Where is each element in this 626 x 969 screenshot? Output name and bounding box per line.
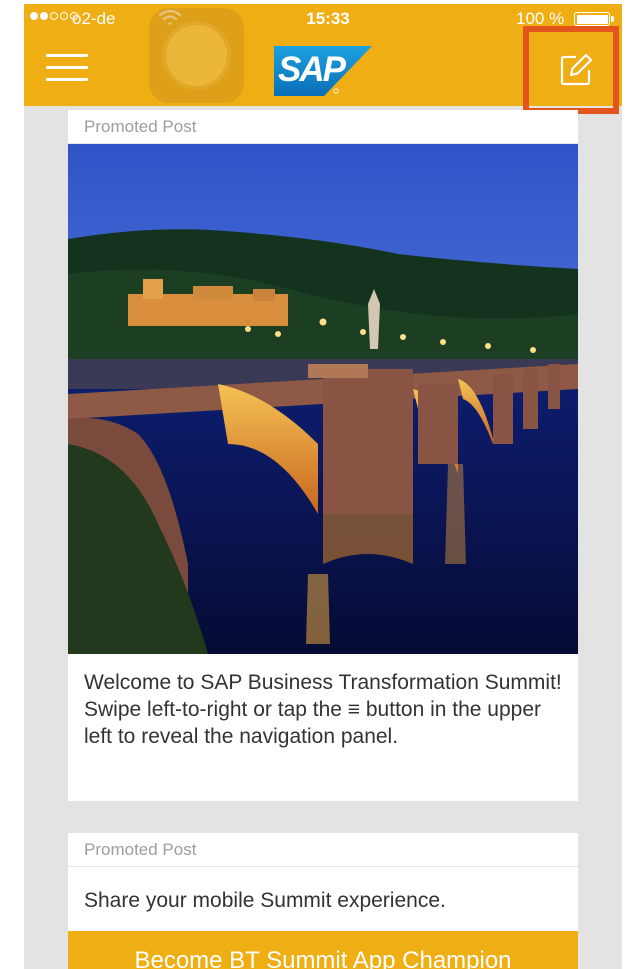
phone-screen: o2-de 15:33 100 % SAP Promoted Post Welc… xyxy=(24,4,622,969)
promoted-post-card: Promoted Post Welcome to SAP Business Tr… xyxy=(68,110,578,801)
heidelberg-bridge-photo[interactable] xyxy=(68,144,578,654)
share-post-text: Share your mobile Summit experience. xyxy=(84,889,446,912)
signal-strength-icon xyxy=(30,12,78,20)
sap-logo-text: SAP xyxy=(278,50,346,89)
clock: 15:33 xyxy=(306,9,350,28)
post-label: Promoted Post xyxy=(68,110,578,144)
become-app-champion-button[interactable]: Become BT Summit App Champion xyxy=(68,931,578,969)
carrier-name: o2-de xyxy=(72,9,116,28)
compose-button-highlight xyxy=(523,26,619,114)
screenshot-page: o2-de 15:33 100 % SAP Promoted Post Welc… xyxy=(0,0,626,969)
welcome-post-text: Welcome to SAP Business Transformation S… xyxy=(84,671,562,748)
assistive-touch-button[interactable] xyxy=(149,8,244,103)
hamburger-menu-icon[interactable] xyxy=(46,52,88,84)
battery-icon xyxy=(574,12,610,26)
post-label: Promoted Post xyxy=(68,833,578,867)
battery-tip xyxy=(611,16,614,22)
